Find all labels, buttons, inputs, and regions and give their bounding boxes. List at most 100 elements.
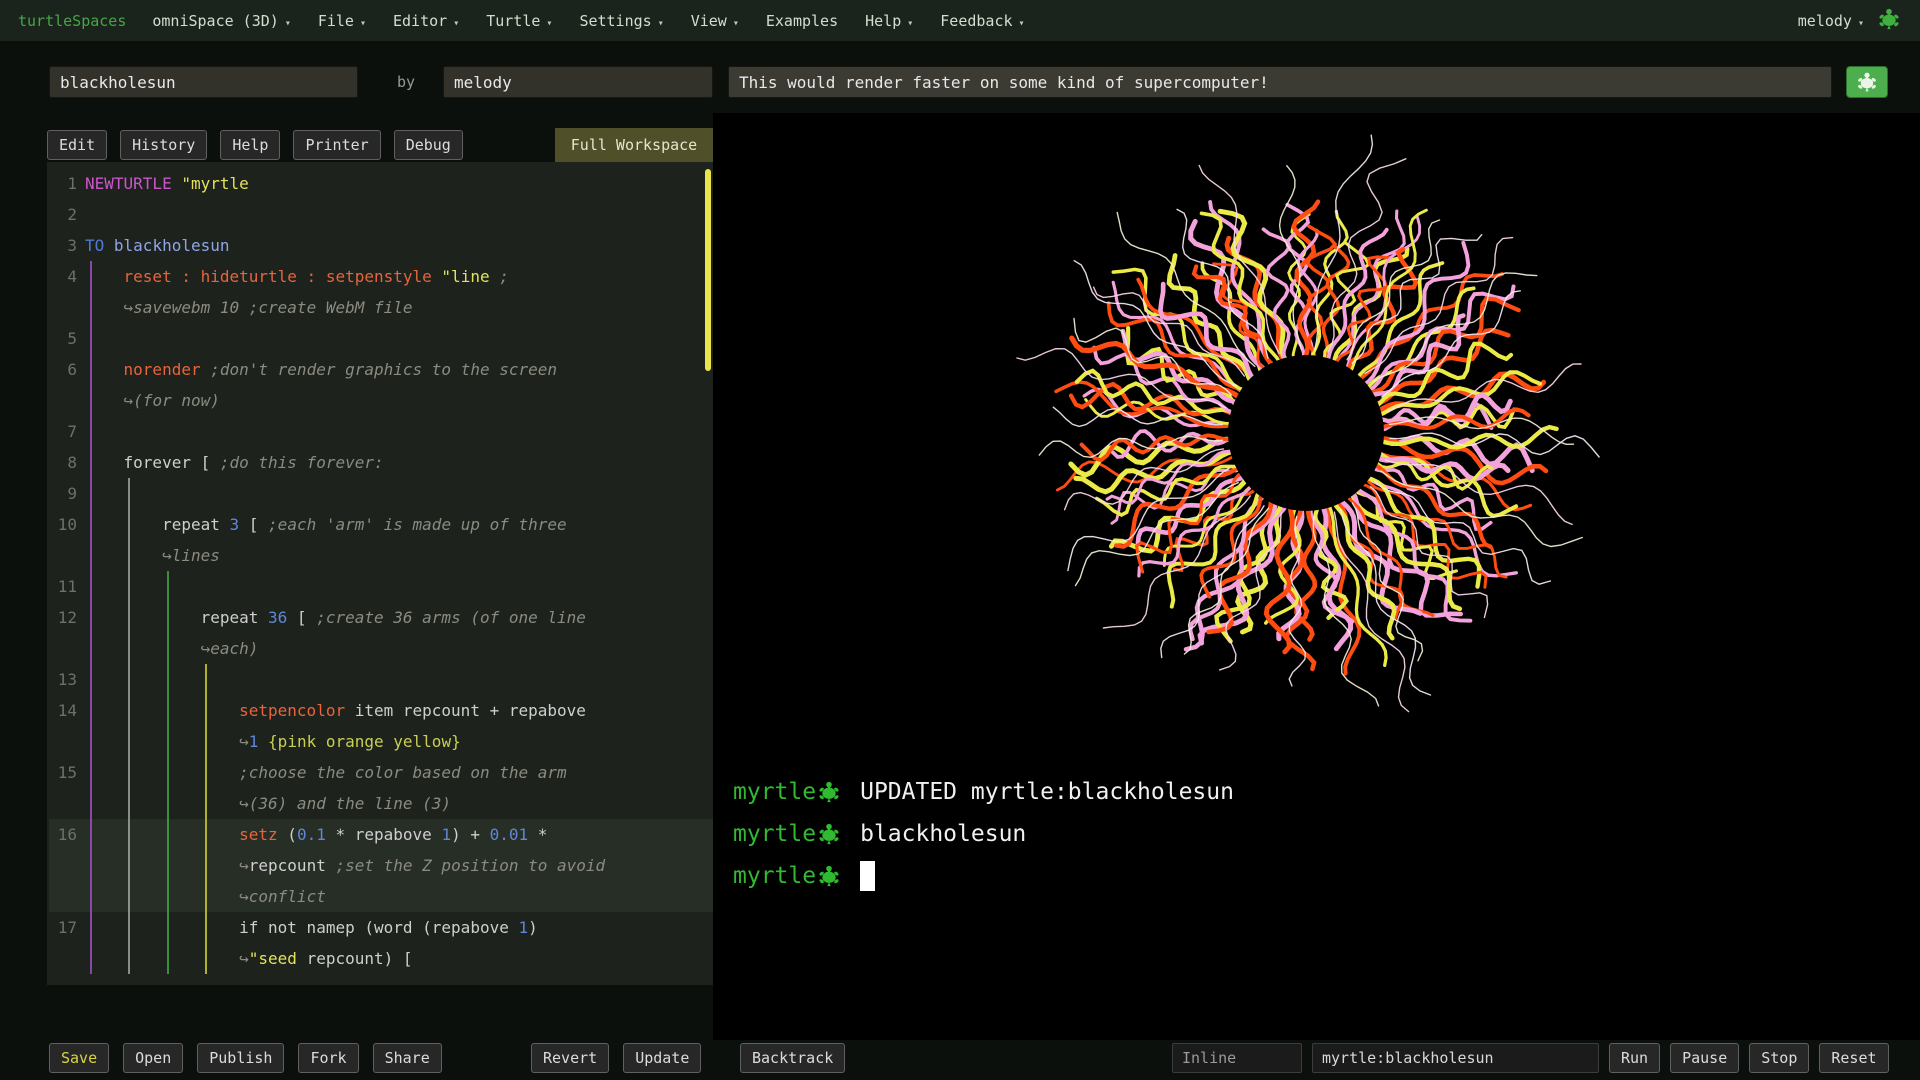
- code-line[interactable]: 16 setz (0.1 * repabove 1) + 0.01 *: [49, 819, 713, 850]
- line-number: 1: [49, 168, 77, 199]
- menubar: turtleSpaces omniSpace (3D)▾File▾Editor▾…: [0, 0, 1920, 41]
- code-line[interactable]: 12 repeat 36 [ ;create 36 arms (of one l…: [49, 602, 713, 633]
- code-line[interactable]: ↪lines: [49, 540, 713, 571]
- menu-omnispace-3d[interactable]: omniSpace (3D) ▾: [152, 12, 290, 30]
- update-button[interactable]: Update: [623, 1043, 701, 1073]
- code-line[interactable]: 5: [49, 323, 713, 354]
- menu-help[interactable]: Help▾: [865, 12, 913, 30]
- menu-examples[interactable]: Examples: [766, 12, 838, 30]
- menu-turtle[interactable]: Turtle▾: [486, 12, 552, 30]
- code-text: repeat 3 [ ;each 'arm' is made up of thr…: [85, 509, 567, 540]
- tab-help[interactable]: Help: [220, 130, 280, 160]
- code-line[interactable]: 2: [49, 199, 713, 230]
- inline-mode-input[interactable]: [1172, 1043, 1302, 1073]
- code-line[interactable]: ↪conflict: [49, 881, 713, 912]
- menu-editor[interactable]: Editor▾: [393, 12, 459, 30]
- user-menu[interactable]: melody▾: [1798, 12, 1864, 30]
- revert-button[interactable]: Revert: [531, 1043, 609, 1073]
- terminal-prompt: myrtle: [733, 863, 816, 889]
- chevron-down-icon: ▾: [658, 18, 664, 29]
- code-line[interactable]: 15 ;choose the color based on the arm: [49, 757, 713, 788]
- run-target-input[interactable]: [1312, 1043, 1599, 1073]
- chevron-down-icon: ▾: [733, 18, 739, 29]
- save-button[interactable]: Save: [49, 1043, 109, 1073]
- turtle-icon-slot[interactable]: [1876, 6, 1902, 36]
- tab-printer[interactable]: Printer: [293, 130, 380, 160]
- open-button[interactable]: Open: [123, 1043, 183, 1073]
- indent-guide: [167, 571, 169, 974]
- tab-edit[interactable]: Edit: [47, 130, 107, 160]
- stop-button[interactable]: Stop: [1749, 1043, 1809, 1073]
- line-number: 3: [49, 230, 77, 261]
- run-button[interactable]: Run: [1609, 1043, 1660, 1073]
- code-line[interactable]: 9: [49, 478, 713, 509]
- code-line[interactable]: 3TO blackholesun: [49, 230, 713, 261]
- main-menu: omniSpace (3D)▾File▾Editor▾Turtle▾Settin…: [152, 12, 1024, 30]
- code-line[interactable]: 10 repeat 3 [ ;each 'arm' is made up of …: [49, 509, 713, 540]
- code-text: ↪lines: [85, 540, 220, 571]
- code-line[interactable]: 13: [49, 664, 713, 695]
- share-button[interactable]: Share: [373, 1043, 442, 1073]
- menu-feedback[interactable]: Feedback▾: [940, 12, 1024, 30]
- code-line[interactable]: 1NEWTURTLE "myrtle: [49, 168, 713, 199]
- code-line[interactable]: 4 reset : hideturtle : setpenstyle "line…: [49, 261, 713, 292]
- code-text: if not namep (word (repabove 1): [85, 912, 538, 943]
- pause-button[interactable]: Pause: [1670, 1043, 1739, 1073]
- code-editor[interactable]: 1NEWTURTLE "myrtle23TO blackholesun4 res…: [47, 162, 713, 985]
- backtrack-button[interactable]: Backtrack: [740, 1043, 845, 1073]
- code-line[interactable]: ↪each): [49, 633, 713, 664]
- code-line[interactable]: ↪1 {pink orange yellow}: [49, 726, 713, 757]
- terminal-message: blackholesun: [860, 821, 1026, 847]
- code-text: ↪1 {pink orange yellow}: [85, 726, 461, 757]
- code-text: ↪savewebm 10 ;create WebM file: [85, 292, 413, 323]
- menu-label: Turtle: [486, 12, 540, 30]
- terminal-cursor: [860, 861, 875, 891]
- line-number: 8: [49, 447, 77, 478]
- reset-button[interactable]: Reset: [1819, 1043, 1888, 1073]
- chevron-down-icon: ▾: [1019, 18, 1025, 29]
- code-line[interactable]: 17 if not namep (word (repabove 1): [49, 912, 713, 943]
- line-number: [49, 850, 77, 881]
- line-number: [49, 292, 77, 323]
- code-line[interactable]: 7: [49, 416, 713, 447]
- turtle-icon: [816, 863, 842, 889]
- line-number: [49, 726, 77, 757]
- project-name-input[interactable]: [49, 66, 358, 98]
- code-line[interactable]: ↪(for now): [49, 385, 713, 416]
- author-input[interactable]: [443, 66, 713, 98]
- turtle-icon: [1876, 6, 1902, 32]
- editor-scrollbar[interactable]: [705, 169, 711, 371]
- tab-debug[interactable]: Debug: [394, 130, 463, 160]
- code-text: ↪each): [85, 633, 258, 664]
- menu-label: omniSpace (3D): [152, 12, 278, 30]
- code-line[interactable]: ↪"seed repcount) [: [49, 943, 713, 974]
- chevron-down-icon: ▾: [285, 18, 291, 29]
- status-message-input[interactable]: [728, 66, 1832, 98]
- publish-button[interactable]: Publish: [197, 1043, 284, 1073]
- menu-view[interactable]: View▾: [691, 12, 739, 30]
- line-number: [49, 943, 77, 974]
- terminal-line: myrtle: [733, 855, 1234, 897]
- code-line[interactable]: 11: [49, 571, 713, 602]
- chevron-down-icon: ▾: [907, 18, 913, 29]
- turtle-icon: [1855, 70, 1879, 94]
- code-line[interactable]: ↪repcount ;set the Z position to avoid: [49, 850, 713, 881]
- code-line[interactable]: 8 forever [ ;do this forever:: [49, 447, 713, 478]
- code-text: setz (0.1 * repabove 1) + 0.01 *: [85, 819, 547, 850]
- terminal[interactable]: myrtleUPDATED myrtle:blackholesunmyrtleb…: [733, 771, 1234, 897]
- terminal-message: UPDATED myrtle:blackholesun: [860, 779, 1234, 805]
- menu-settings[interactable]: Settings▾: [579, 12, 663, 30]
- tab-history[interactable]: History: [120, 130, 207, 160]
- line-number: 9: [49, 478, 77, 509]
- render-button[interactable]: [1846, 66, 1888, 98]
- code-line[interactable]: 14 setpencolor item repcount + repabove: [49, 695, 713, 726]
- menu-label: File: [318, 12, 354, 30]
- tab-full-workspace[interactable]: Full Workspace: [555, 128, 713, 162]
- fork-button[interactable]: Fork: [298, 1043, 358, 1073]
- graphics-canvas[interactable]: myrtleUPDATED myrtle:blackholesunmyrtleb…: [713, 113, 1920, 1040]
- code-line[interactable]: ↪(36) and the line (3): [49, 788, 713, 819]
- line-number: 10: [49, 509, 77, 540]
- code-line[interactable]: ↪savewebm 10 ;create WebM file: [49, 292, 713, 323]
- menu-file[interactable]: File▾: [318, 12, 366, 30]
- code-line[interactable]: 6 norender ;don't render graphics to the…: [49, 354, 713, 385]
